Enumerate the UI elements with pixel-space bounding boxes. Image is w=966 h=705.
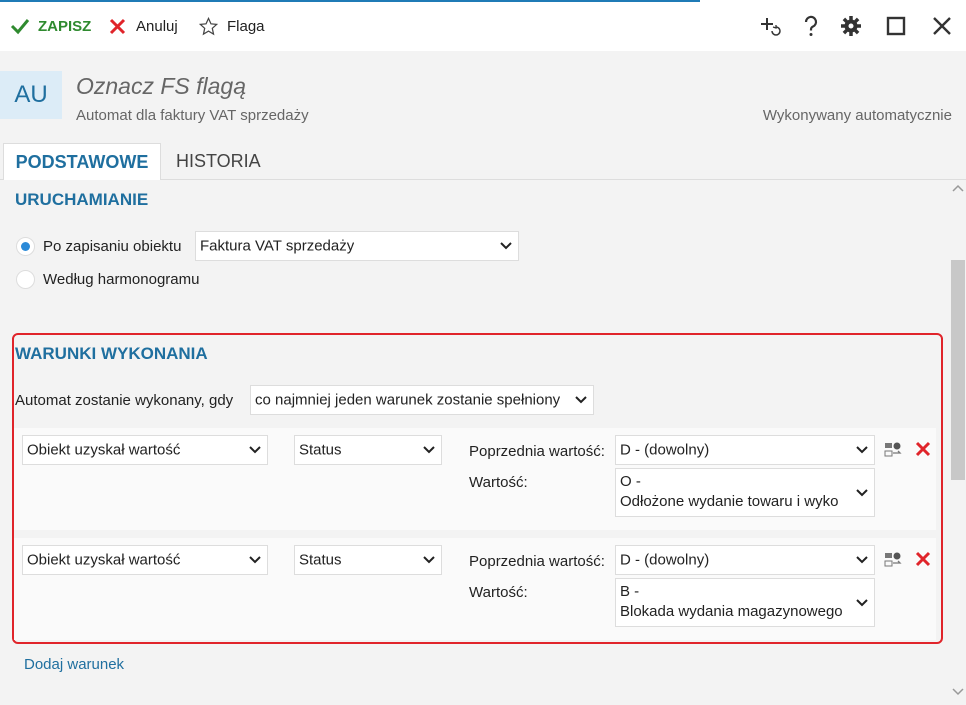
- delete-condition-icon[interactable]: [914, 440, 932, 458]
- radio-after-save-label: Po zapisaniu obiektu: [43, 238, 182, 255]
- object-type-select[interactable]: Faktura VAT sprzedaży: [195, 231, 519, 261]
- value-line-2: Blokada wydania magazynowego: [620, 603, 843, 620]
- chevron-down-icon: [249, 446, 261, 454]
- add-shortcut-icon[interactable]: [758, 14, 782, 38]
- header: AU Oznacz FS flagą Automat dla faktury V…: [0, 51, 966, 143]
- value-select[interactable]: O - Odłożone wydanie towaru i wyko: [615, 468, 875, 517]
- chevron-down-icon: [856, 598, 868, 606]
- chevron-down-icon: [856, 556, 868, 564]
- chevron-down-icon: [500, 242, 512, 250]
- object-type-value: Faktura VAT sprzedaży: [200, 237, 355, 255]
- flag-label: Flaga: [227, 17, 265, 35]
- help-icon[interactable]: [799, 14, 823, 38]
- previous-value-select[interactable]: D - (dowolny): [615, 545, 875, 575]
- save-label: ZAPISZ: [38, 17, 92, 35]
- object-badge: AU: [0, 71, 62, 119]
- toolbar: ZAPISZ Anuluj Flaga: [0, 2, 966, 51]
- delete-condition-icon[interactable]: [914, 550, 932, 568]
- condition-field-select[interactable]: Status: [294, 435, 442, 465]
- gear-icon[interactable]: [839, 14, 863, 38]
- swap-values-icon[interactable]: [884, 550, 902, 568]
- chevron-down-icon: [423, 446, 435, 454]
- radio-after-save[interactable]: Po zapisaniu obiektu: [16, 237, 181, 256]
- condition-field-select[interactable]: Status: [294, 545, 442, 575]
- condition-field-value: Status: [299, 441, 342, 459]
- chevron-down-icon: [575, 396, 587, 404]
- condition-kind-value: Obiekt uzyskał wartość: [27, 551, 181, 569]
- value-select[interactable]: B - Blokada wydania magazynowego: [615, 578, 875, 627]
- chevron-down-icon: [249, 556, 261, 564]
- maximize-icon[interactable]: [884, 14, 908, 38]
- condition-kind-select[interactable]: Obiekt uzyskał wartość: [22, 545, 268, 575]
- scroll-down-icon[interactable]: [952, 688, 964, 696]
- condition-kind-select[interactable]: Obiekt uzyskał wartość: [22, 435, 268, 465]
- value-text: O - Odłożone wydanie towaru i wyko: [620, 472, 838, 512]
- previous-value: D - (dowolny): [620, 551, 710, 569]
- previous-value-label: Poprzednia wartość:: [469, 443, 605, 460]
- previous-value-label: Poprzednia wartość:: [469, 553, 605, 570]
- value-text: B - Blokada wydania magazynowego: [620, 582, 843, 622]
- chevron-down-icon: [856, 488, 868, 496]
- previous-value-select[interactable]: D - (dowolny): [615, 435, 875, 465]
- value-line-2: Odłożone wydanie towaru i wyko: [620, 493, 839, 510]
- form-content: URUCHAMIANIE Po zapisaniu obiektu Faktur…: [0, 180, 950, 705]
- cancel-button[interactable]: Anuluj: [109, 14, 178, 38]
- condition-mode-value: co najmniej jeden warunek zostanie spełn…: [255, 391, 561, 409]
- execution-mode: Wykonywany automatycznie: [762, 107, 952, 124]
- value-line-1: B -: [620, 583, 640, 600]
- vertical-scrollbar[interactable]: [950, 180, 966, 705]
- tab-history[interactable]: HISTORIA: [176, 143, 261, 180]
- chevron-down-icon: [856, 446, 868, 454]
- condition-field-value: Status: [299, 551, 342, 569]
- condition-row: Obiekt uzyskał wartość Status Poprzednia…: [14, 538, 936, 640]
- radio-dot: [16, 237, 35, 256]
- radio-dot: [16, 270, 35, 289]
- tab-basic[interactable]: PODSTAWOWE: [3, 143, 161, 180]
- value-line-1: O -: [620, 473, 641, 490]
- scroll-thumb[interactable]: [951, 260, 965, 480]
- x-icon: [109, 18, 126, 34]
- condition-mode-select[interactable]: co najmniej jeden warunek zostanie spełn…: [250, 385, 594, 415]
- save-button[interactable]: ZAPISZ: [10, 14, 91, 38]
- value-label: Wartość:: [469, 474, 528, 491]
- scroll-up-icon[interactable]: [952, 184, 964, 192]
- condition-kind-value: Obiekt uzyskał wartość: [27, 441, 181, 459]
- previous-value: D - (dowolny): [620, 441, 710, 459]
- check-icon: [10, 19, 30, 35]
- star-icon: [199, 16, 218, 35]
- swap-values-icon[interactable]: [884, 440, 902, 458]
- add-condition-link[interactable]: Dodaj warunek: [24, 656, 124, 673]
- radio-schedule[interactable]: Według harmonogramu: [16, 270, 199, 289]
- page-subtitle: Automat dla faktury VAT sprzedaży: [76, 107, 309, 124]
- close-icon[interactable]: [930, 14, 954, 38]
- tab-bar: PODSTAWOWE HISTORIA: [0, 143, 966, 180]
- trigger-section-title: URUCHAMIANIE: [15, 190, 149, 209]
- conditions-intro: Automat zostanie wykonany, gdy: [15, 392, 234, 409]
- page-title: Oznacz FS flagą: [76, 73, 247, 99]
- chevron-down-icon: [423, 556, 435, 564]
- conditions-section-title: WARUNKI WYKONANIA: [15, 344, 208, 363]
- flag-button[interactable]: Flaga: [199, 14, 265, 38]
- condition-row: Obiekt uzyskał wartość Status Poprzednia…: [14, 428, 936, 530]
- value-label: Wartość:: [469, 584, 528, 601]
- cancel-label: Anuluj: [136, 17, 178, 35]
- radio-schedule-label: Według harmonogramu: [43, 271, 200, 288]
